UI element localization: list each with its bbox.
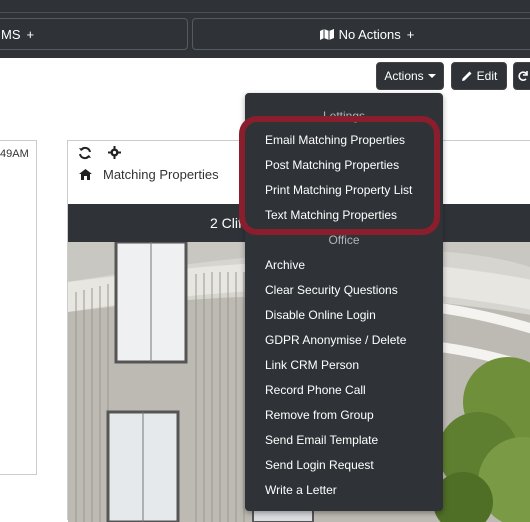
menu-item-archive[interactable]: Archive bbox=[265, 258, 305, 272]
no-actions-button[interactable]: No Actions + bbox=[192, 18, 530, 50]
sms-label: MS bbox=[1, 26, 21, 42]
edit-button[interactable]: Edit bbox=[451, 62, 507, 90]
card-tools bbox=[78, 146, 121, 160]
matching-properties-link[interactable]: Matching Properties bbox=[78, 167, 219, 182]
plus-icon: + bbox=[26, 26, 35, 42]
refresh-icon bbox=[518, 71, 528, 81]
edit-label: Edit bbox=[476, 69, 498, 83]
property-address: 2 Clif bbox=[210, 215, 242, 231]
refresh-icon[interactable] bbox=[78, 146, 92, 160]
pencil-icon bbox=[461, 71, 472, 81]
home-search-icon bbox=[79, 169, 92, 180]
menu-item-email-matching[interactable]: Email Matching Properties bbox=[265, 133, 405, 147]
menu-item-post-matching[interactable]: Post Matching Properties bbox=[265, 158, 399, 172]
menu-item-write-letter[interactable]: Write a Letter bbox=[265, 483, 337, 497]
office-header: Office bbox=[328, 233, 360, 247]
menu-item-link-crm[interactable]: Link CRM Person bbox=[265, 358, 359, 372]
menu-item-print-matching[interactable]: Print Matching Property List bbox=[265, 183, 412, 197]
actions-dropdown-menu: Lettings Email Matching Properties Post … bbox=[245, 93, 443, 511]
menu-item-send-login[interactable]: Send Login Request bbox=[265, 458, 374, 472]
matching-properties-label: Matching Properties bbox=[103, 167, 219, 182]
menu-item-remove-group[interactable]: Remove from Group bbox=[265, 408, 374, 422]
menu-item-send-email-template[interactable]: Send Email Template bbox=[265, 433, 378, 447]
menu-item-disable-login[interactable]: Disable Online Login bbox=[265, 308, 376, 322]
no-actions-label: No Actions bbox=[338, 26, 401, 42]
topbar-divider bbox=[0, 12, 530, 13]
map-icon bbox=[319, 28, 334, 40]
menu-item-record-call[interactable]: Record Phone Call bbox=[265, 383, 366, 397]
top-toolbar: MS + No Actions + bbox=[0, 0, 530, 58]
gear-icon[interactable] bbox=[108, 146, 121, 159]
menu-item-gdpr[interactable]: GDPR Anonymise / Delete bbox=[265, 333, 406, 347]
actions-dropdown-button[interactable]: Actions bbox=[376, 62, 444, 90]
lettings-header: Lettings bbox=[322, 109, 366, 123]
left-card: 49AM bbox=[0, 140, 37, 475]
left-card-time: 49AM bbox=[0, 148, 29, 160]
menu-item-clear-security[interactable]: Clear Security Questions bbox=[265, 283, 398, 297]
sms-actions-button[interactable]: MS + bbox=[0, 18, 188, 50]
menu-item-text-matching[interactable]: Text Matching Properties bbox=[265, 208, 397, 222]
refresh-button[interactable] bbox=[513, 62, 530, 90]
caret-down-icon bbox=[427, 74, 436, 78]
plus-icon: + bbox=[406, 26, 415, 42]
actions-label: Actions bbox=[384, 69, 424, 83]
